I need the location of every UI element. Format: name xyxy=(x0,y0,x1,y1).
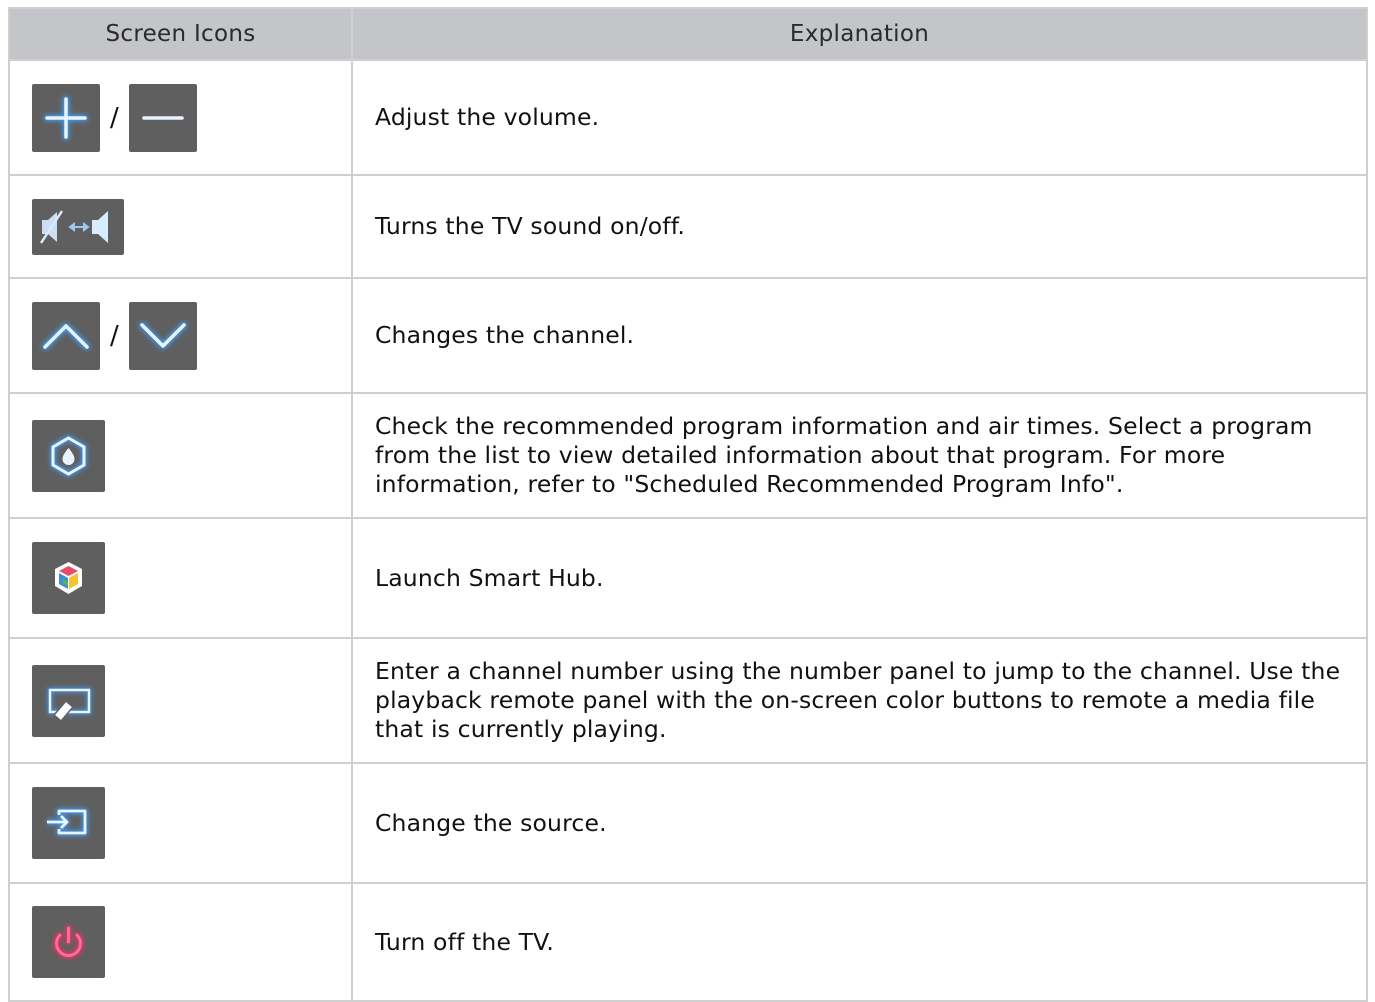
smart-hub-icon xyxy=(32,542,105,614)
table-row: / Changes the channel. xyxy=(8,277,1368,394)
table-row: Turn off the TV. xyxy=(8,882,1368,1002)
mute-toggle-icon xyxy=(32,198,124,255)
icon-separator: / xyxy=(110,320,119,351)
recommended-program-icon xyxy=(32,419,105,492)
source-icon xyxy=(32,787,105,859)
table-row: Enter a channel number using the number … xyxy=(8,637,1368,764)
explanation-recommended: Check the recommended program informatio… xyxy=(351,392,1368,519)
minus-icon xyxy=(128,83,197,152)
table-row: Turns the TV sound on/off. xyxy=(8,174,1368,279)
header-screen-icons: Screen Icons xyxy=(8,7,353,61)
explanation-smart-hub: Launch Smart Hub. xyxy=(351,517,1368,639)
remote-panel-icon xyxy=(32,664,105,737)
icon-separator: / xyxy=(110,102,119,133)
plus-icon xyxy=(32,83,100,152)
screen-icons-table: Screen Icons Explanation / Adjust the vo… xyxy=(8,7,1368,1002)
explanation-channel: Changes the channel. xyxy=(351,277,1368,394)
explanation-mute: Turns the TV sound on/off. xyxy=(351,174,1368,279)
power-icon xyxy=(32,906,105,978)
header-explanation: Explanation xyxy=(351,7,1368,61)
table-row: Change the source. xyxy=(8,762,1368,884)
explanation-remote-panel: Enter a channel number using the number … xyxy=(351,637,1368,764)
table-header-row: Screen Icons Explanation xyxy=(8,7,1368,61)
explanation-volume: Adjust the volume. xyxy=(351,59,1368,176)
table-row: Check the recommended program informatio… xyxy=(8,392,1368,519)
table-row: / Adjust the volume. xyxy=(8,59,1368,176)
chevron-down-icon xyxy=(128,301,197,370)
table-row: Launch Smart Hub. xyxy=(8,517,1368,639)
explanation-power: Turn off the TV. xyxy=(351,882,1368,1002)
explanation-source: Change the source. xyxy=(351,762,1368,884)
chevron-up-icon xyxy=(32,301,100,370)
